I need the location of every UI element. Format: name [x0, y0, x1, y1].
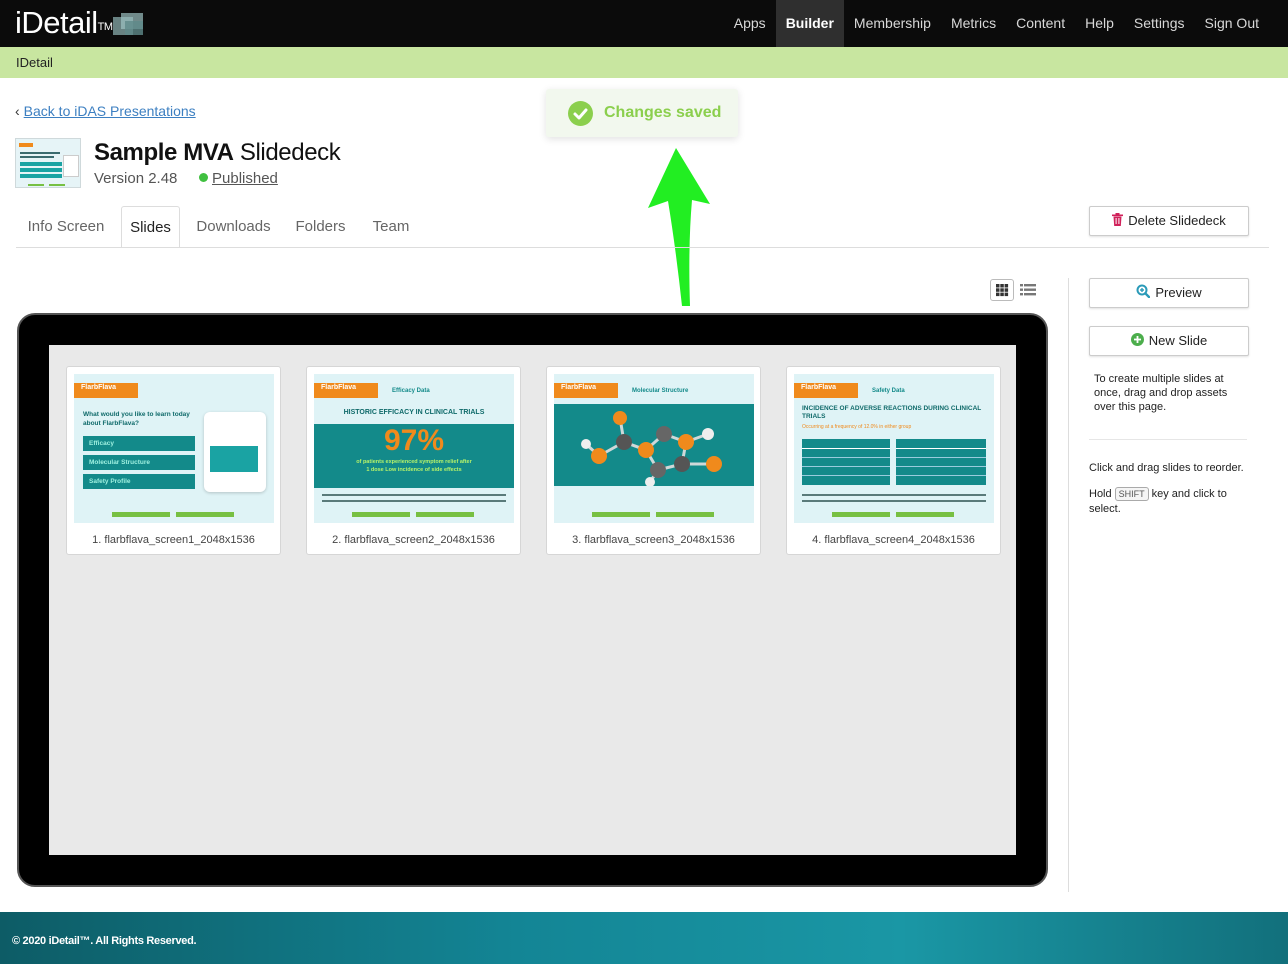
breadcrumb-bar: IDetail	[0, 47, 1288, 78]
slide-card-1[interactable]: FlarbFlava What would you like to learn …	[66, 366, 281, 555]
molecule-image	[554, 404, 754, 487]
list-view-toggle[interactable]	[1019, 283, 1037, 297]
trash-icon	[1112, 208, 1124, 236]
slide-subhead: Occurring at a frequency of 12.0% in eit…	[802, 424, 912, 430]
slide-preview-3: FlarbFlava Molecular Structure	[554, 374, 754, 523]
plus-circle-icon	[1130, 328, 1144, 356]
slide-preview-1: FlarbFlava What would you like to learn …	[74, 374, 274, 523]
nav-sign-out[interactable]: Sign Out	[1195, 0, 1269, 47]
preview-button[interactable]: Preview	[1089, 278, 1249, 308]
top-bar: iDetailTM Apps Builder Membership Metric…	[0, 0, 1288, 47]
grid-icon	[996, 284, 1009, 297]
tab-info-screen[interactable]: Info Screen	[16, 206, 116, 248]
copyright: © 2020 iDetail™. All Rights Reserved.	[12, 935, 197, 947]
slide-question: What would you like to learn today about…	[83, 411, 190, 427]
slide-brand: FlarbFlava	[321, 384, 357, 391]
slide-card-3[interactable]: FlarbFlava Molecular Structure 3. flarbf…	[546, 366, 761, 555]
deck-version: Version 2.48	[94, 170, 178, 187]
check-circle-icon	[568, 101, 593, 126]
new-slide-button[interactable]: New Slide	[1089, 326, 1249, 356]
zoom-icon	[1136, 280, 1151, 308]
logo[interactable]: iDetailTM	[15, 6, 113, 40]
slide-preview-2: FlarbFlava Efficacy Data HISTORIC EFFICA…	[314, 374, 514, 523]
slide-preview-4: FlarbFlava Safety Data INCIDENCE OF ADVE…	[794, 374, 994, 523]
slide-caption: 4. flarbflava_screen4_2048x1536	[812, 534, 975, 546]
list-icon	[1020, 284, 1036, 296]
slide-card-2[interactable]: FlarbFlava Efficacy Data HISTORIC EFFICA…	[306, 366, 521, 555]
reorder-hint: Click and drag slides to reorder.	[1089, 462, 1244, 474]
nav-content[interactable]: Content	[1006, 0, 1075, 47]
select-hint: Hold SHIFT key and click to select.	[1089, 487, 1239, 517]
delete-slidedeck-label: Delete Slidedeck	[1128, 213, 1226, 228]
slide-caption: 3. flarbflava_screen3_2048x1536	[572, 534, 735, 546]
grid-view-toggle[interactable]	[990, 279, 1014, 301]
nav-help[interactable]: Help	[1075, 0, 1124, 47]
new-slide-label: New Slide	[1148, 333, 1208, 348]
slide-brand: FlarbFlava	[801, 384, 837, 391]
bottle-image	[204, 412, 266, 492]
back-link[interactable]: Back to iDAS Presentations	[24, 103, 196, 119]
slide-caption: 2. flarbflava_screen2_2048x1536	[332, 534, 495, 546]
chevron-left-icon: ‹	[15, 103, 20, 119]
logo-mark-icon	[113, 13, 145, 37]
delete-slidedeck-button[interactable]: Delete Slidedeck	[1089, 206, 1249, 236]
deck-title-bold: Sample MVA	[94, 139, 234, 166]
publish-status-label: Published	[212, 170, 278, 187]
logo-tm: TM	[97, 21, 113, 33]
main-nav: Apps Builder Membership Metrics Content …	[724, 0, 1269, 47]
slide-header: Safety Data	[872, 388, 905, 394]
footer: © 2020 iDetail™. All Rights Reserved.	[0, 912, 1288, 964]
slide-stat-panel: 97% of patients experienced symptom reli…	[314, 424, 514, 488]
publish-status[interactable]: Published	[199, 170, 278, 187]
slide-card-4[interactable]: FlarbFlava Safety Data INCIDENCE OF ADVE…	[786, 366, 1001, 555]
slide-table-left	[802, 439, 890, 485]
nav-settings[interactable]: Settings	[1124, 0, 1195, 47]
slide-stat: 97%	[383, 424, 445, 457]
slide-headline: HISTORIC EFFICACY IN CLINICAL TRIALS	[343, 409, 485, 416]
tab-slides[interactable]: Slides	[121, 206, 180, 248]
breadcrumb: IDetail	[16, 55, 53, 70]
tab-divider	[16, 247, 1269, 248]
nav-membership[interactable]: Membership	[844, 0, 941, 47]
tab-team[interactable]: Team	[368, 206, 414, 248]
back-link-row: ‹ Back to iDAS Presentations	[15, 103, 196, 119]
tab-downloads[interactable]: Downloads	[191, 206, 276, 248]
slide-caption: 1. flarbflava_screen1_2048x1536	[92, 534, 255, 546]
changes-saved-toast: Changes saved	[546, 89, 738, 137]
deck-thumbnail	[15, 138, 81, 188]
slide-table-right	[896, 439, 986, 485]
create-slides-hint: To create multiple slides at once, drag …	[1094, 373, 1228, 413]
slide-menu-molecular: Molecular Structure	[83, 455, 195, 470]
deck-title-rest: Slidedeck	[239, 139, 341, 166]
slide-stat-text: of patients experienced symptom relief a…	[356, 459, 472, 473]
arrow-annotation-icon	[648, 148, 710, 306]
select-hint-pre: Hold	[1089, 488, 1112, 500]
toast-message: Changes saved	[604, 104, 722, 121]
slide-menu-safety: Safety Profile	[83, 474, 195, 489]
logo-text: iDetail	[15, 5, 98, 40]
nav-apps[interactable]: Apps	[724, 0, 776, 47]
slide-header: Molecular Structure	[632, 388, 689, 394]
slide-headline: INCIDENCE OF ADVERSE REACTIONS DURING CL…	[802, 405, 982, 420]
deck-title: Sample MVA Slidedeck	[94, 139, 341, 167]
nav-builder[interactable]: Builder	[775, 0, 844, 47]
slide-menu-efficacy: Efficacy	[83, 436, 195, 451]
preview-label: Preview	[1155, 285, 1202, 300]
slide-brand: FlarbFlava	[561, 384, 597, 391]
nav-metrics[interactable]: Metrics	[941, 0, 1006, 47]
tab-folders[interactable]: Folders	[292, 206, 349, 248]
slide-header: Efficacy Data	[392, 388, 430, 394]
sidebar-separator	[1089, 439, 1247, 440]
shift-key: SHIFT	[1114, 487, 1149, 501]
status-dot-icon	[199, 173, 208, 182]
sidebar-divider	[1068, 278, 1069, 892]
slide-brand: FlarbFlava	[81, 384, 117, 391]
